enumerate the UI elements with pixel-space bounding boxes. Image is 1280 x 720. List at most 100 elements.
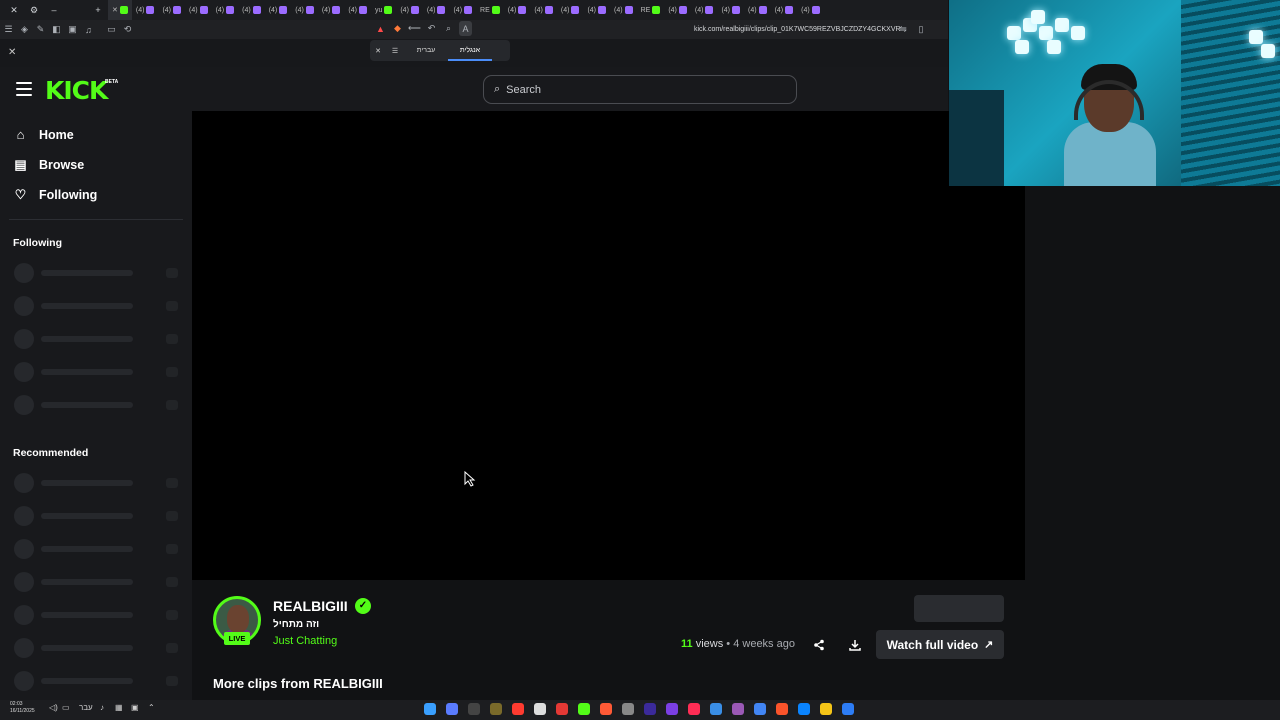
tab-active[interactable]: ✕ (108, 0, 132, 20)
browser-tab[interactable]: (4) (664, 0, 691, 20)
chevron-up-icon[interactable]: ⌃ (148, 703, 155, 712)
browser-tab[interactable]: yu (371, 0, 396, 20)
taskbar-app-icon[interactable] (644, 703, 656, 715)
browser-tab[interactable]: (4) (744, 0, 771, 20)
translate-icon[interactable]: A (459, 21, 472, 36)
taskbar-app-icon[interactable] (490, 703, 502, 715)
taskbar-app-icon[interactable] (710, 703, 722, 715)
new-tab-icon[interactable]: + (88, 0, 108, 20)
taskbar-app-icon[interactable] (622, 703, 634, 715)
window-menu-icon[interactable]: ✕ (4, 0, 24, 20)
close-icon[interactable]: ✕ (8, 47, 16, 58)
lang-source-tab[interactable]: עברית (404, 40, 448, 61)
taskbar-app-icon[interactable] (798, 703, 810, 715)
browser-tab[interactable]: (4) (344, 0, 371, 20)
browse-icon: ▤ (14, 157, 27, 172)
browser-tab[interactable]: (4) (423, 0, 450, 20)
language-indicator[interactable]: עבר (79, 703, 93, 712)
more-clips-title: More clips from REALBIGIII (213, 676, 383, 691)
screenshot-icon[interactable]: ▭ (104, 22, 119, 37)
settings-icon[interactable]: ⇋ (896, 22, 910, 36)
browser-tab[interactable]: (4) (530, 0, 557, 20)
taskbar-app-icon[interactable] (556, 703, 568, 715)
taskbar-app-icon[interactable] (578, 703, 590, 715)
browser-tab[interactable]: (4) (185, 0, 212, 20)
minimize-icon[interactable]: – (44, 0, 64, 20)
browser-tab-label: (4) (748, 6, 757, 14)
zoom-icon[interactable]: ⌕ (442, 21, 455, 36)
watch-full-video-button[interactable]: Watch full video ↗ (876, 630, 1004, 659)
shield-icon[interactable]: ◈ (17, 22, 32, 37)
browser-tab[interactable]: (4) (610, 0, 637, 20)
taskbar-app-icon[interactable] (666, 703, 678, 715)
back-icon[interactable]: ⟵ (408, 21, 421, 36)
media-icon[interactable]: ♫ (81, 22, 96, 37)
browser-tab[interactable]: RE (476, 0, 504, 20)
browser-tab[interactable]: (4) (238, 0, 265, 20)
taskbar-app-icon[interactable] (754, 703, 766, 715)
taskbar-app-icon[interactable] (424, 703, 436, 715)
taskbar-app-icon[interactable] (732, 703, 744, 715)
browser-tab[interactable]: (4) (557, 0, 584, 20)
browser-tab[interactable]: (4) (212, 0, 239, 20)
lang-target-tab[interactable]: אנגלית (448, 40, 492, 61)
category-link[interactable]: Just Chatting (273, 635, 337, 647)
browser-tab[interactable]: (4) (797, 0, 824, 20)
tray-app-icon[interactable]: ▦ (115, 703, 123, 712)
sidebar-item-browse[interactable]: ▤ Browse (13, 157, 84, 173)
browser-tab[interactable]: (4) (504, 0, 531, 20)
download-icon[interactable] (843, 634, 867, 656)
sidebar-icon[interactable]: ▣ (65, 22, 80, 37)
undo-icon[interactable]: ↶ (425, 21, 438, 36)
network-icon[interactable]: ▭ (62, 703, 70, 712)
bookmark-icon[interactable]: ▯ (914, 22, 928, 36)
close-tab-icon[interactable]: ✕ (112, 6, 118, 14)
mic-icon[interactable]: ♪ (100, 703, 104, 712)
browser-tab[interactable]: (4) (265, 0, 292, 20)
tab-search-icon[interactable]: ⚙ (24, 0, 44, 20)
taskbar-app-icon[interactable] (688, 703, 700, 715)
speaker-icon[interactable]: ◁) (49, 703, 58, 712)
extension-icon[interactable]: ✎ (33, 22, 48, 37)
channel-name[interactable]: REALBIGIII (273, 598, 348, 614)
browser-tab[interactable]: (4) (158, 0, 185, 20)
browser-tab[interactable]: (4) (717, 0, 744, 20)
brave-shields-icon[interactable]: ◆ (391, 21, 404, 36)
sidebar-item-home[interactable]: ⌂ Home (13, 127, 74, 142)
browser-tab[interactable]: (4) (318, 0, 345, 20)
taskbar-app-icon[interactable] (446, 703, 458, 715)
browser-tab[interactable]: (4) (691, 0, 718, 20)
close-translate-icon[interactable]: ✕ (370, 47, 386, 55)
taskbar-app-icon[interactable] (512, 703, 524, 715)
browser-tab[interactable]: RE (637, 0, 665, 20)
puzzle-icon[interactable]: ◧ (49, 22, 64, 37)
sidebar-item-following[interactable]: ♡ Following (13, 187, 98, 203)
share-icon[interactable] (807, 634, 831, 656)
tray-app-icon-2[interactable]: ▣ (131, 703, 139, 712)
browser-tab[interactable]: (4) (396, 0, 423, 20)
browser-tab[interactable]: (4) (291, 0, 318, 20)
taskbar-app-icon[interactable] (776, 703, 788, 715)
browser-tab[interactable]: (4) (132, 0, 159, 20)
browser-tab[interactable]: (4) (771, 0, 798, 20)
taskbar-app-icon[interactable] (534, 703, 546, 715)
brave-rewards-icon[interactable]: ▲ (374, 21, 387, 36)
video-player[interactable] (192, 111, 1025, 580)
kick-logo[interactable]: KICK (45, 76, 108, 105)
search-input[interactable]: ⌕ Search (483, 75, 797, 104)
translate-menu-icon[interactable]: ☰ (386, 47, 404, 55)
menu-icon[interactable]: ☰ (1, 22, 16, 37)
webcam-shelf (949, 90, 1004, 186)
browser-tab[interactable]: (4) (449, 0, 476, 20)
taskbar-clock[interactable]: 02:03 16/11/2025 (10, 701, 35, 715)
follow-button-placeholder[interactable] (914, 595, 1004, 622)
address-bar[interactable]: kick.com/realbigiii/clips/clip_01K7WC59R… (694, 20, 901, 39)
browser-tab[interactable]: (4) (583, 0, 610, 20)
taskbar-app-icon[interactable] (600, 703, 612, 715)
taskbar-app-icon[interactable] (820, 703, 832, 715)
hamburger-menu-icon[interactable] (16, 82, 32, 96)
taskbar-app-icon[interactable] (842, 703, 854, 715)
history-icon[interactable]: ⟲ (120, 22, 135, 37)
taskbar-app-icon[interactable] (468, 703, 480, 715)
kick-favicon-icon (384, 6, 393, 14)
